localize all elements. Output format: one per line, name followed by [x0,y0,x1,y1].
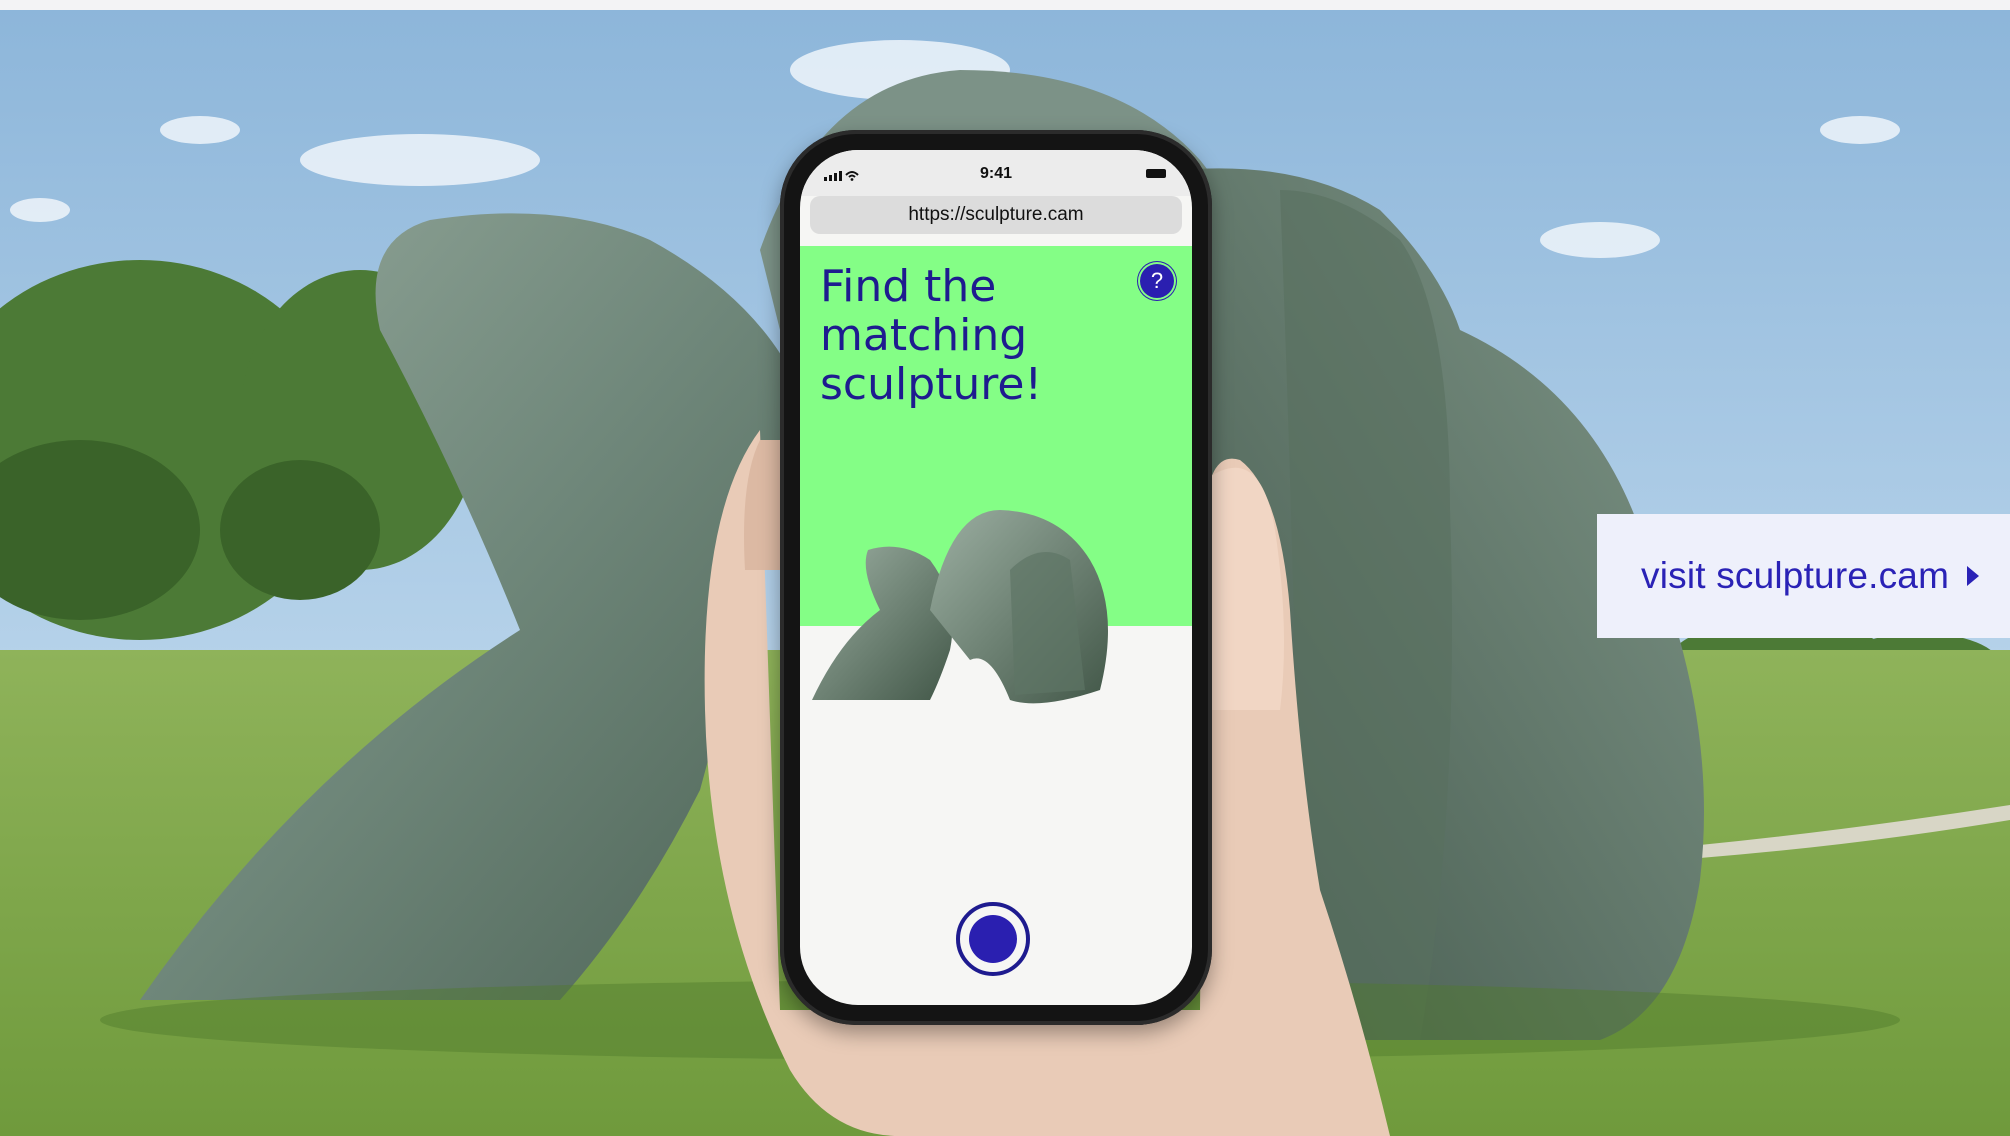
headline-line-2: matching [820,310,1028,361]
help-button[interactable]: ? [1140,264,1174,298]
url-bar[interactable]: https://sculpture.cam [810,196,1182,234]
chevron-right-icon [1967,566,1980,586]
visit-link-panel[interactable]: visit sculpture.cam [1597,514,2010,638]
capture-button-inner [969,915,1017,963]
visit-link-label[interactable]: visit sculpture.cam [1641,555,1949,597]
headline-line-3: sculpture! [820,359,1043,410]
sculpture-3d-model [812,510,1108,704]
phone-screen: 9:41 https://sculpture.cam Find the matc… [800,150,1192,1005]
capture-button[interactable] [956,902,1030,976]
phone-mockup: 9:41 https://sculpture.cam Find the matc… [780,130,1212,1025]
headline-line-1: Find the [820,261,997,312]
status-bar: 9:41 [800,150,1192,196]
headline: Find the matching sculpture! [820,262,1120,409]
top-strip [0,0,2010,10]
status-time: 9:41 [979,165,1013,182]
battery-icon [1146,169,1166,178]
